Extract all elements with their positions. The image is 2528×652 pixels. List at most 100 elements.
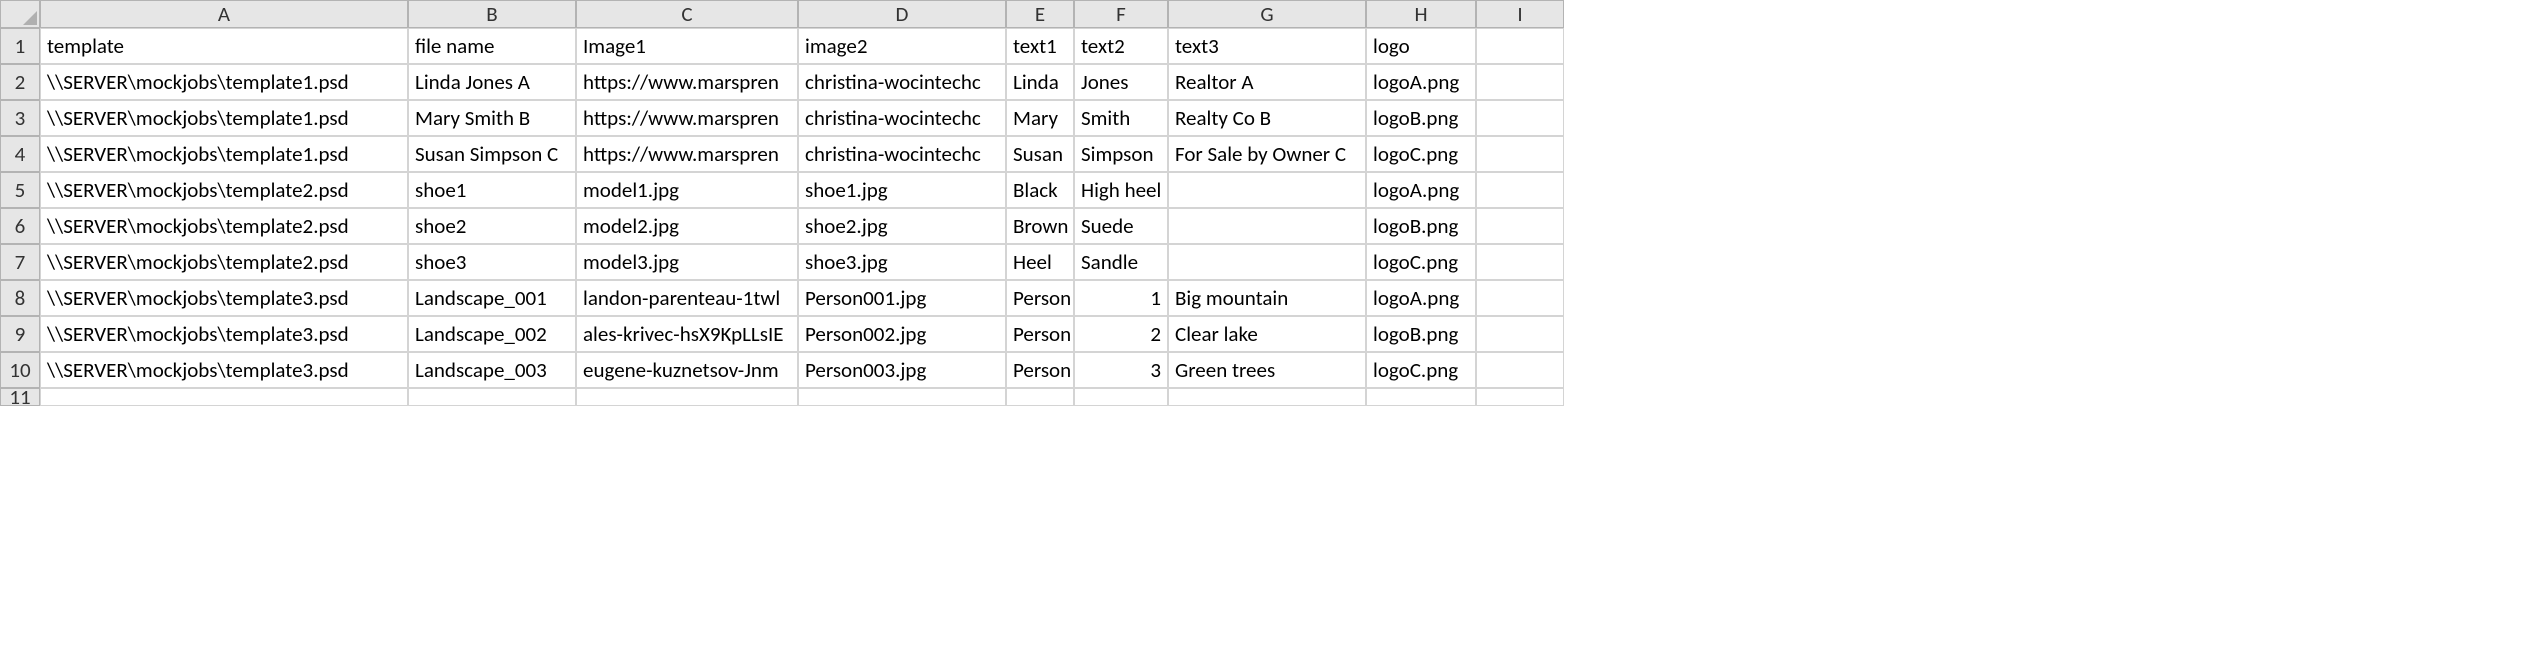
col-header-D[interactable]: D xyxy=(798,0,1006,28)
cell-B7[interactable]: shoe3 xyxy=(408,244,576,280)
row-header-1[interactable]: 1 xyxy=(0,28,40,64)
cell-B11[interactable] xyxy=(408,388,576,406)
cell-B6[interactable]: shoe2 xyxy=(408,208,576,244)
cell-A5[interactable]: \\SERVER\mockjobs\template2.psd xyxy=(40,172,408,208)
cell-E10[interactable]: Person xyxy=(1006,352,1074,388)
cell-D11[interactable] xyxy=(798,388,1006,406)
cell-C1[interactable]: Image1 xyxy=(576,28,798,64)
cell-G3[interactable]: Realty Co B xyxy=(1168,100,1366,136)
cell-F11[interactable] xyxy=(1074,388,1168,406)
cell-I5[interactable] xyxy=(1476,172,1564,208)
cell-E4[interactable]: Susan xyxy=(1006,136,1074,172)
cell-A3[interactable]: \\SERVER\mockjobs\template1.psd xyxy=(40,100,408,136)
cell-B1[interactable]: file name xyxy=(408,28,576,64)
select-all-corner[interactable] xyxy=(0,0,40,28)
cell-A8[interactable]: \\SERVER\mockjobs\template3.psd xyxy=(40,280,408,316)
cell-I10[interactable] xyxy=(1476,352,1564,388)
cell-E9[interactable]: Person xyxy=(1006,316,1074,352)
cell-D7[interactable]: shoe3.jpg xyxy=(798,244,1006,280)
cell-I3[interactable] xyxy=(1476,100,1564,136)
cell-H4[interactable]: logoC.png xyxy=(1366,136,1476,172)
cell-A10[interactable]: \\SERVER\mockjobs\template3.psd xyxy=(40,352,408,388)
cell-G11[interactable] xyxy=(1168,388,1366,406)
cell-C8[interactable]: landon-parenteau-1twl xyxy=(576,280,798,316)
col-header-E[interactable]: E xyxy=(1006,0,1074,28)
cell-F9[interactable]: 2 xyxy=(1074,316,1168,352)
cell-D5[interactable]: shoe1.jpg xyxy=(798,172,1006,208)
cell-I7[interactable] xyxy=(1476,244,1564,280)
cell-B2[interactable]: Linda Jones A xyxy=(408,64,576,100)
cell-H7[interactable]: logoC.png xyxy=(1366,244,1476,280)
cell-C10[interactable]: eugene-kuznetsov-Jnm xyxy=(576,352,798,388)
cell-A7[interactable]: \\SERVER\mockjobs\template2.psd xyxy=(40,244,408,280)
row-header-7[interactable]: 7 xyxy=(0,244,40,280)
cell-I6[interactable] xyxy=(1476,208,1564,244)
cell-E7[interactable]: Heel xyxy=(1006,244,1074,280)
cell-G2[interactable]: Realtor A xyxy=(1168,64,1366,100)
cell-A4[interactable]: \\SERVER\mockjobs\template1.psd xyxy=(40,136,408,172)
row-header-4[interactable]: 4 xyxy=(0,136,40,172)
cell-I1[interactable] xyxy=(1476,28,1564,64)
cell-F1[interactable]: text2 xyxy=(1074,28,1168,64)
cell-F3[interactable]: Smith xyxy=(1074,100,1168,136)
cell-I8[interactable] xyxy=(1476,280,1564,316)
cell-D4[interactable]: christina-wocintechc xyxy=(798,136,1006,172)
cell-G8[interactable]: Big mountain xyxy=(1168,280,1366,316)
cell-F10[interactable]: 3 xyxy=(1074,352,1168,388)
cell-B8[interactable]: Landscape_001 xyxy=(408,280,576,316)
cell-C6[interactable]: model2.jpg xyxy=(576,208,798,244)
cell-H8[interactable]: logoA.png xyxy=(1366,280,1476,316)
cell-C2[interactable]: https://www.marspren xyxy=(576,64,798,100)
col-header-F[interactable]: F xyxy=(1074,0,1168,28)
cell-D10[interactable]: Person003.jpg xyxy=(798,352,1006,388)
cell-E11[interactable] xyxy=(1006,388,1074,406)
cell-G4[interactable]: For Sale by Owner C xyxy=(1168,136,1366,172)
cell-C4[interactable]: https://www.marspren xyxy=(576,136,798,172)
cell-F4[interactable]: Simpson xyxy=(1074,136,1168,172)
cell-F7[interactable]: Sandle xyxy=(1074,244,1168,280)
cell-E5[interactable]: Black xyxy=(1006,172,1074,208)
cell-H6[interactable]: logoB.png xyxy=(1366,208,1476,244)
cell-A2[interactable]: \\SERVER\mockjobs\template1.psd xyxy=(40,64,408,100)
cell-A9[interactable]: \\SERVER\mockjobs\template3.psd xyxy=(40,316,408,352)
cell-C7[interactable]: model3.jpg xyxy=(576,244,798,280)
cell-F2[interactable]: Jones xyxy=(1074,64,1168,100)
cell-B3[interactable]: Mary Smith B xyxy=(408,100,576,136)
spreadsheet-grid[interactable]: A B C D E F G H I 1 template file name I… xyxy=(0,0,1564,406)
cell-A1[interactable]: template xyxy=(40,28,408,64)
row-header-11[interactable]: 11 xyxy=(0,388,40,406)
cell-C9[interactable]: ales-krivec-hsX9KpLLsIE xyxy=(576,316,798,352)
cell-G9[interactable]: Clear lake xyxy=(1168,316,1366,352)
col-header-A[interactable]: A xyxy=(40,0,408,28)
row-header-9[interactable]: 9 xyxy=(0,316,40,352)
cell-G5[interactable] xyxy=(1168,172,1366,208)
row-header-10[interactable]: 10 xyxy=(0,352,40,388)
row-header-5[interactable]: 5 xyxy=(0,172,40,208)
cell-H11[interactable] xyxy=(1366,388,1476,406)
cell-E1[interactable]: text1 xyxy=(1006,28,1074,64)
cell-E3[interactable]: Mary xyxy=(1006,100,1074,136)
col-header-H[interactable]: H xyxy=(1366,0,1476,28)
cell-F8[interactable]: 1 xyxy=(1074,280,1168,316)
row-header-3[interactable]: 3 xyxy=(0,100,40,136)
row-header-2[interactable]: 2 xyxy=(0,64,40,100)
cell-F5[interactable]: High heel xyxy=(1074,172,1168,208)
cell-E8[interactable]: Person xyxy=(1006,280,1074,316)
cell-G1[interactable]: text3 xyxy=(1168,28,1366,64)
cell-D1[interactable]: image2 xyxy=(798,28,1006,64)
cell-I11[interactable] xyxy=(1476,388,1564,406)
cell-H9[interactable]: logoB.png xyxy=(1366,316,1476,352)
cell-H1[interactable]: logo xyxy=(1366,28,1476,64)
cell-H5[interactable]: logoA.png xyxy=(1366,172,1476,208)
col-header-G[interactable]: G xyxy=(1168,0,1366,28)
cell-C5[interactable]: model1.jpg xyxy=(576,172,798,208)
cell-A6[interactable]: \\SERVER\mockjobs\template2.psd xyxy=(40,208,408,244)
cell-C3[interactable]: https://www.marspren xyxy=(576,100,798,136)
cell-G10[interactable]: Green trees xyxy=(1168,352,1366,388)
cell-D2[interactable]: christina-wocintechc xyxy=(798,64,1006,100)
cell-E2[interactable]: Linda xyxy=(1006,64,1074,100)
row-header-6[interactable]: 6 xyxy=(0,208,40,244)
cell-G7[interactable] xyxy=(1168,244,1366,280)
cell-C11[interactable] xyxy=(576,388,798,406)
cell-B5[interactable]: shoe1 xyxy=(408,172,576,208)
